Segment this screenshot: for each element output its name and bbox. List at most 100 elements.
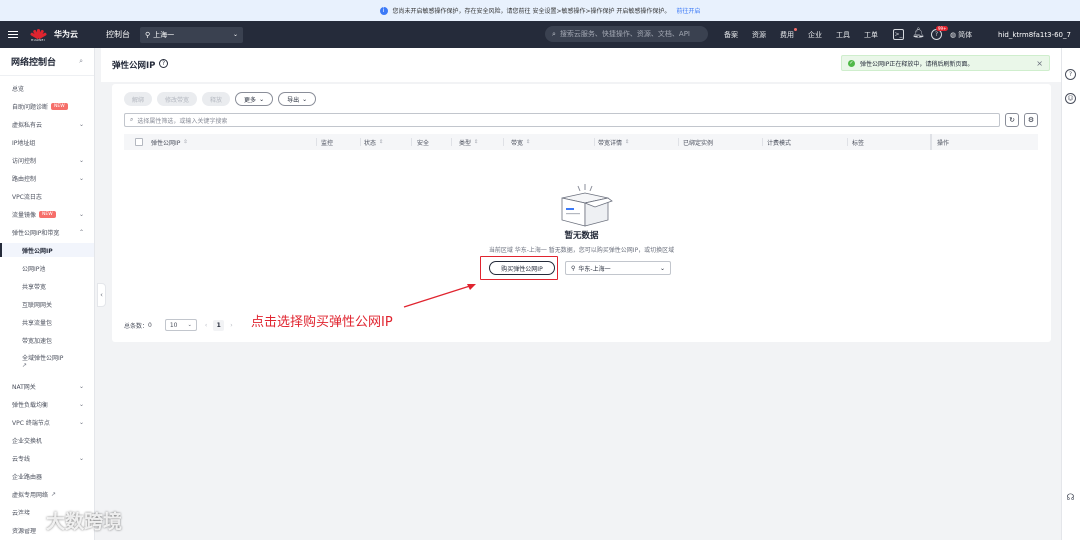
annotation-text: 点击选择购买弹性公网IP	[251, 315, 393, 330]
total-label: 总条数：	[124, 322, 149, 330]
sidebar-item-eip-bandwidth[interactable]: 弹性公网IP和带宽 ⌃	[0, 225, 94, 239]
huawei-logo[interactable]: HUAWEI	[29, 28, 48, 42]
sidebar-item-elb[interactable]: 弹性负载均衡 ⌄	[0, 397, 94, 411]
col-bandwidth[interactable]: 带宽 ⇳	[511, 134, 530, 150]
sidebar-item-label: IP地址组	[12, 139, 36, 147]
sidebar-item-shared-data-package[interactable]: 共享流量包	[0, 315, 94, 329]
sidebar-item-label: 公网IP池	[22, 265, 46, 273]
export-dropdown[interactable]: 导出 ⌄	[278, 92, 317, 106]
sidebar-item-vpc[interactable]: 虚拟私有云 ⌄	[0, 117, 94, 131]
filter-search-input[interactable]: ⌕ 选择属性筛选，或输入关键字搜索	[124, 113, 1000, 127]
sort-icon: ⇳	[526, 139, 531, 145]
region-selector[interactable]: ⚲ 上海一 ⌄	[140, 26, 243, 43]
close-icon[interactable]: ×	[1036, 59, 1043, 68]
brand-name[interactable]: 华为云	[54, 29, 78, 40]
sidebar-item-vpc-endpoint[interactable]: VPC 终端节点 ⌄	[0, 415, 94, 429]
column-divider	[451, 138, 452, 146]
chevron-down-icon: ⌄	[78, 156, 84, 164]
more-dropdown[interactable]: 更多 ⌄	[235, 92, 274, 106]
nav-billing[interactable]: 费用	[780, 21, 797, 48]
column-divider	[411, 138, 412, 146]
nav-filing[interactable]: 备案	[724, 21, 738, 48]
page-size-select[interactable]: 10 ⌄	[164, 319, 197, 331]
sidebar-item-direct-connect[interactable]: 云专线 ⌄	[0, 451, 94, 465]
new-badge: NEW	[39, 210, 56, 218]
sidebar-item-internet-gateway[interactable]: 互联网网关	[0, 297, 94, 311]
location-pin-icon: ⚲	[145, 30, 151, 39]
external-link-icon: ↗	[51, 490, 57, 498]
terminal-icon[interactable]: >_	[893, 29, 904, 40]
language-switch[interactable]: ◍ 简体	[950, 21, 972, 48]
chevron-up-icon: ⌃	[78, 228, 84, 236]
next-page-icon[interactable]: ›	[230, 322, 232, 329]
col-label: 状态	[364, 139, 377, 147]
help-icon[interactable]: ?	[159, 59, 168, 68]
sidebar-item-global-eip[interactable]: 全域弹性公网IP	[0, 351, 94, 371]
sidebar-item-eip[interactable]: 弹性公网IP	[0, 243, 94, 257]
sidebar-collapse-button[interactable]: ‹	[97, 283, 106, 307]
annotation-arrow	[403, 284, 476, 308]
nav-billing-label: 费用	[780, 30, 794, 39]
sidebar-item-enterprise-router[interactable]: 企业路由器	[0, 469, 94, 483]
region-value: 上海一	[153, 30, 175, 39]
nav-resources[interactable]: 资源	[752, 21, 766, 48]
col-type[interactable]: 类型 ⇳	[459, 134, 478, 150]
chevron-down-icon: ⌄	[78, 210, 84, 218]
sidebar-item-enterprise-switch[interactable]: 企业交换机	[0, 433, 94, 447]
hamburger-menu-icon[interactable]	[8, 31, 18, 38]
huawei-flower-icon	[29, 28, 48, 39]
select-all-checkbox[interactable]	[135, 138, 143, 146]
sidebar-item-shared-bandwidth[interactable]: 共享带宽	[0, 279, 94, 293]
col-status[interactable]: 状态 ⇳	[364, 134, 383, 150]
col-bound-instance: 已绑定实例	[683, 139, 714, 147]
nav-enterprise[interactable]: 企业	[808, 21, 822, 48]
sidebar-item-label: VPC 终端节点	[12, 419, 50, 427]
sidebar-item-label: 弹性公网IP和带宽	[12, 229, 60, 237]
console-link[interactable]: 控制台	[106, 29, 130, 40]
globe-icon: ◍	[950, 30, 957, 39]
col-bandwidth-detail[interactable]: 带宽详情 ⇳	[598, 134, 629, 150]
security-notice-bar: i 您尚未开启敏感操作保护，存在安全风险，请您前往 安全设置>敏感操作>操作保护…	[0, 0, 1080, 21]
sidebar-item-vpn[interactable]: 虚拟专用网络 ↗	[0, 487, 94, 501]
sidebar-item-self-diagnosis[interactable]: 自助问题诊断 NEW	[0, 99, 94, 113]
nav-tickets[interactable]: 工单	[864, 21, 878, 48]
col-monitor: 监控	[321, 139, 334, 147]
col-operation: 操作	[937, 139, 950, 147]
modify-bandwidth-button[interactable]: 修改带宽	[157, 92, 198, 106]
sidebar-item-access-control[interactable]: 访问控制 ⌄	[0, 153, 94, 167]
account-menu[interactable]: hid_ktrm8fa1t3-60_7	[998, 21, 1071, 48]
empty-state-title: 暂无数据	[564, 231, 599, 241]
sidebar-item-label: 云专线	[12, 455, 31, 463]
col-eip[interactable]: 弹性公网IP ⇳	[151, 134, 188, 150]
bell-icon[interactable]: 🔔︎	[912, 29, 925, 40]
refresh-icon[interactable]: ↻	[1005, 113, 1019, 127]
sidebar-item-label: 企业路由器	[12, 473, 43, 481]
sidebar-item-route-control[interactable]: 路由控制 ⌄	[0, 171, 94, 185]
success-check-icon: ✓	[848, 59, 855, 67]
headset-icon[interactable]: ☊	[1065, 494, 1076, 505]
release-button[interactable]: 释放	[202, 92, 231, 106]
help-icon[interactable]: ?	[1065, 69, 1076, 80]
feedback-smile-icon[interactable]: ☺	[1065, 93, 1076, 104]
sidebar-item-ip-group[interactable]: IP地址组	[0, 135, 94, 149]
sidebar-item-traffic-mirror[interactable]: 流量镜像 NEW ⌄	[0, 207, 94, 221]
sidebar-item-public-ip-pool[interactable]: 公网IP池	[0, 261, 94, 275]
toast-text: 弹性公网IP正在释放中，请稍后刷新页面。	[860, 60, 974, 68]
region-select[interactable]: ⚲ 华东-上海一 ⌄	[565, 261, 671, 275]
settings-gear-icon[interactable]: ⚙	[1024, 113, 1038, 127]
current-page[interactable]: 1	[213, 319, 225, 331]
global-search-input[interactable]: ⌕ 搜索云服务、快捷操作、资源、文档、API	[545, 26, 708, 42]
prev-page-icon[interactable]: ‹	[205, 322, 207, 329]
sidebar-item-overview[interactable]: 总览	[0, 81, 94, 95]
nav-tools[interactable]: 工具	[836, 21, 850, 48]
notice-link[interactable]: 前往开启	[676, 6, 700, 15]
unbind-button[interactable]: 解绑	[124, 92, 153, 106]
sort-icon: ⇳	[183, 139, 188, 145]
search-icon[interactable]: ⌕	[79, 57, 83, 66]
sidebar-item-flow-log[interactable]: VPC流日志	[0, 189, 94, 203]
sidebar-item-bandwidth-addon[interactable]: 带宽加速包	[0, 333, 94, 347]
sidebar-item-nat-gateway[interactable]: NAT网关 ⌄	[0, 379, 94, 393]
toolbar: 解绑 修改带宽 释放 更多 ⌄ 导出 ⌄	[124, 92, 317, 106]
right-tool-rail: ? ☺ ☊	[1061, 48, 1080, 540]
buy-eip-button[interactable]: 购买弹性公网IP	[489, 261, 555, 275]
